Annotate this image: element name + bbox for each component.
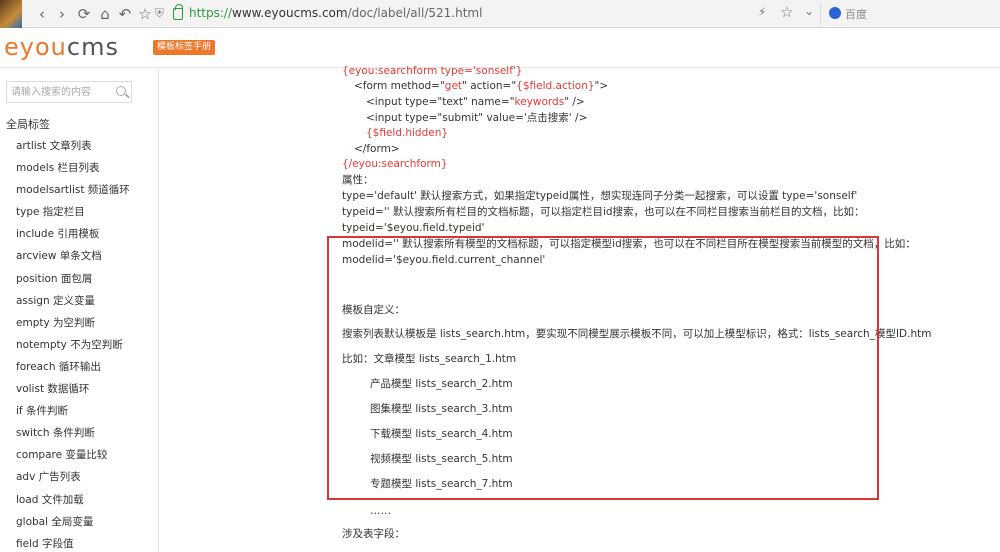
code-fragment: "> bbox=[594, 80, 609, 92]
bolt-icon[interactable]: ⚡ bbox=[758, 5, 766, 19]
sidebar-item-models[interactable]: models 栏目列表 bbox=[16, 157, 130, 179]
search-icon[interactable] bbox=[116, 86, 126, 96]
refresh-icon[interactable]: ⟳ bbox=[74, 4, 94, 24]
sidebar-search bbox=[6, 81, 132, 103]
attr-type: type='default' 默认搜索方式，如果指定typeid属性，想实现连同… bbox=[342, 190, 858, 202]
manual-badge[interactable]: 模板标签手册 bbox=[153, 40, 216, 55]
sidebar-item-notempty[interactable]: notempty 不为空判断 bbox=[16, 334, 130, 356]
search-engine-box[interactable]: 百度 bbox=[820, 3, 1000, 25]
code-fragment: <form method=" bbox=[354, 80, 445, 92]
code-field-hidden: {$field.hidden} bbox=[366, 127, 449, 139]
attr-typeid: typeid='' 默认搜索所有栏目的文档标题，可以指定栏目id搜索，也可以在不… bbox=[342, 206, 865, 218]
site-header: eyoucms 模板标签手册 bbox=[0, 28, 1000, 68]
code-form-open: <form method="get" action="{$field.actio… bbox=[354, 78, 608, 94]
shield-icon[interactable]: ⛨ bbox=[155, 6, 169, 22]
site-logo[interactable]: eyoucms bbox=[4, 33, 119, 61]
sidebar-title[interactable]: 全局标签 bbox=[6, 116, 50, 132]
sidebar-item-modelsartlist[interactable]: modelsartlist 频道循环 bbox=[16, 179, 130, 201]
sidebar-item-arcview[interactable]: arcview 单条文档 bbox=[16, 245, 130, 267]
lock-icon[interactable] bbox=[173, 4, 183, 20]
sidebar-item-position[interactable]: position 面包屑 bbox=[16, 268, 130, 290]
sidebar-item-assign[interactable]: assign 定义变量 bbox=[16, 290, 130, 312]
sidebar-item-load[interactable]: load 文件加载 bbox=[16, 489, 130, 511]
back-icon[interactable]: ‹ bbox=[32, 4, 52, 24]
code-fragment: " /> bbox=[564, 96, 585, 108]
highlight-annotation-box bbox=[327, 236, 879, 500]
sidebar-item-type[interactable]: type 指定栏目 bbox=[16, 201, 130, 223]
sidebar-item-adv[interactable]: adv 广告列表 bbox=[16, 466, 130, 488]
sidebar-item-empty[interactable]: empty 为空判断 bbox=[16, 312, 130, 334]
bookmark-star-icon[interactable]: ☆ bbox=[780, 3, 793, 21]
code-input-name: keywords bbox=[514, 96, 565, 108]
logo-eyou: eyou bbox=[4, 33, 67, 61]
address-bar[interactable]: ⛨ https://www.eyoucms.com/doc/label/all/… bbox=[155, 4, 755, 24]
url-path: /doc/label/all/521.html bbox=[347, 6, 483, 20]
forward-icon[interactable]: › bbox=[52, 4, 72, 24]
home-icon[interactable]: ⌂ bbox=[95, 4, 115, 24]
sidebar-item-global[interactable]: global 全局变量 bbox=[16, 511, 130, 533]
sidebar-item-include[interactable]: include 引用模板 bbox=[16, 223, 130, 245]
search-input[interactable] bbox=[7, 82, 111, 102]
sidebar-item-switch[interactable]: switch 条件判断 bbox=[16, 422, 130, 444]
sidebar-item-compare[interactable]: compare 变量比较 bbox=[16, 444, 130, 466]
code-form-action: {$field.action} bbox=[516, 80, 595, 92]
app-icon[interactable] bbox=[0, 0, 22, 28]
code-close-tag: {/eyou:searchform} bbox=[342, 158, 448, 170]
code-fragment: " action=" bbox=[462, 80, 517, 92]
star-icon[interactable]: ☆ bbox=[135, 4, 155, 24]
code-input-submit: <input type="submit" value='点击搜索' /> bbox=[366, 112, 588, 124]
chevron-down-icon[interactable]: ⌄ bbox=[804, 4, 814, 18]
code-input-text: <input type="text" name="keywords" /> bbox=[366, 94, 585, 110]
attrs-title: 属性： bbox=[342, 174, 374, 186]
url-text[interactable]: https://www.eyoucms.com/doc/label/all/52… bbox=[189, 6, 482, 20]
sidebar-item-if[interactable]: if 条件判断 bbox=[16, 400, 130, 422]
code-form-close: </form> bbox=[354, 143, 400, 155]
sidebar-item-artlist[interactable]: artlist 文章列表 bbox=[16, 135, 130, 157]
sidebar-item-field[interactable]: field 字段值 bbox=[16, 533, 130, 552]
attr-typeid-example: typeid='$eyou.field.typeid' bbox=[342, 222, 485, 234]
ellipsis: …… bbox=[370, 505, 391, 517]
browser-toolbar: ‹ › ⟳ ⌂ ↶ ☆ ⛨ https://www.eyoucms.com/do… bbox=[0, 0, 1000, 28]
url-scheme: https:// bbox=[189, 6, 233, 20]
code-fragment: <input type="text" name=" bbox=[366, 96, 515, 108]
search-engine-label: 百度 bbox=[845, 8, 867, 21]
logo-cms: cms bbox=[66, 33, 119, 61]
sidebar-item-volist[interactable]: volist 数据循环 bbox=[16, 378, 130, 400]
undo-icon[interactable]: ↶ bbox=[115, 4, 135, 24]
code-open-tag: {eyou:searchform type='sonself'} bbox=[342, 65, 523, 77]
sidebar: 全局标签 artlist 文章列表 models 栏目列表 modelsartl… bbox=[0, 69, 159, 552]
code-form-method: get bbox=[444, 80, 463, 92]
sidebar-item-foreach[interactable]: foreach 循环输出 bbox=[16, 356, 130, 378]
baidu-paw-icon bbox=[829, 7, 841, 19]
url-domain: www.eyoucms.com bbox=[232, 6, 348, 20]
sidebar-list: artlist 文章列表 models 栏目列表 modelsartlist 频… bbox=[16, 135, 130, 552]
fields-title: 涉及表字段： bbox=[342, 528, 405, 540]
